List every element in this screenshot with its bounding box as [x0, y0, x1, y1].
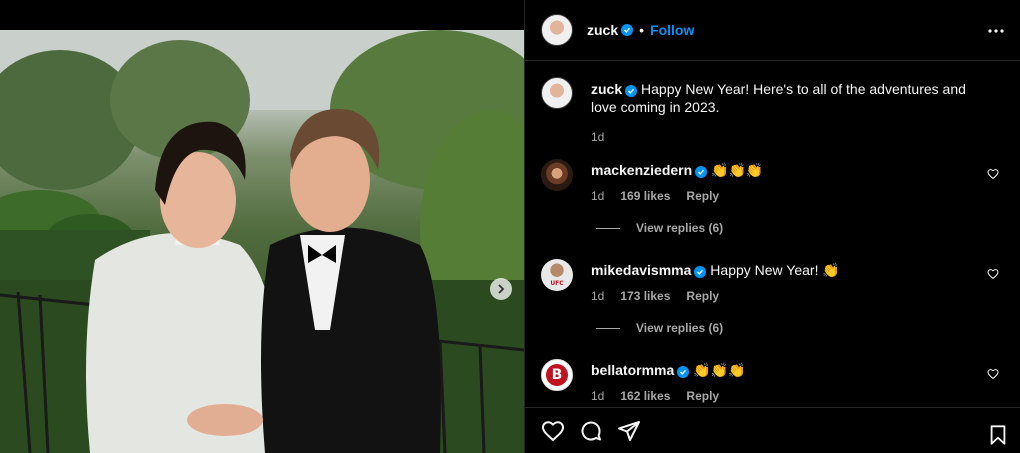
photo-illustration [0, 30, 524, 453]
comment-text: 👏👏👏 [711, 162, 764, 178]
verified-badge-icon [677, 366, 690, 378]
verified-badge-icon [621, 24, 634, 36]
comment-button[interactable] [579, 419, 603, 443]
comment-time[interactable]: 1d [591, 287, 604, 305]
comment-text: 👏👏👏 [693, 362, 746, 378]
comment-item: UFC mikedavismma Happy New Year! 👏 1d 17… [541, 259, 1007, 305]
comment-time[interactable]: 1d [591, 387, 604, 405]
view-replies-label: View replies (6) [636, 221, 724, 235]
caption: zuck Happy New Year! Here's to all of th… [541, 77, 1007, 146]
ufc-logo-text: UFC [550, 280, 564, 287]
post-panel: zuck • Follow zuck Happy New Year! Here'… [524, 0, 1020, 453]
view-replies-button[interactable]: View replies (6) [596, 221, 723, 235]
avatar[interactable]: UFC [541, 259, 573, 291]
comment-likes[interactable]: 162 likes [620, 387, 670, 405]
next-image-button[interactable] [490, 278, 512, 300]
bellator-logo: B [546, 364, 568, 386]
caption-meta: 1d [591, 128, 971, 146]
reply-button[interactable]: Reply [686, 387, 719, 405]
caption-time[interactable]: 1d [591, 128, 604, 146]
avatar[interactable] [541, 159, 573, 191]
heart-icon [987, 369, 999, 380]
comment-item: B bellatormma 👏👏👏 1d 162 likes Reply [541, 359, 1007, 405]
view-replies-label: View replies (6) [636, 321, 724, 335]
comment-likes[interactable]: 169 likes [620, 187, 670, 205]
follow-button[interactable]: Follow [650, 22, 694, 38]
post-header: zuck • Follow [525, 0, 1020, 61]
heart-outline-icon [541, 420, 565, 441]
post-actions [525, 407, 1020, 453]
divider [596, 227, 620, 229]
separator-dot: • [639, 22, 645, 38]
avatar[interactable] [541, 77, 573, 109]
share-button[interactable] [617, 419, 641, 443]
post-image [0, 30, 524, 453]
comment-icon [581, 421, 601, 441]
bookmark-icon [990, 425, 1006, 445]
comments-list[interactable]: zuck Happy New Year! Here's to all of th… [525, 61, 1020, 406]
comment-meta: 1d 173 likes Reply [591, 287, 971, 305]
avatar[interactable] [541, 14, 573, 46]
more-horizontal-icon [988, 29, 1004, 33]
caption-text: Happy New Year! Here's to all of the adv… [591, 81, 966, 115]
like-comment-button[interactable] [987, 367, 999, 385]
author-username[interactable]: zuck [587, 22, 618, 38]
comment-username[interactable]: mikedavismma [591, 262, 691, 278]
like-comment-button[interactable] [987, 167, 999, 185]
view-replies-button[interactable]: View replies (6) [596, 321, 723, 335]
comment-meta: 1d 162 likes Reply [591, 387, 971, 405]
chevron-right-icon [498, 284, 505, 294]
like-comment-button[interactable] [987, 267, 999, 285]
verified-badge-icon [695, 166, 708, 178]
verified-badge-icon [694, 266, 707, 278]
comment-time[interactable]: 1d [591, 187, 604, 205]
reply-button[interactable]: Reply [686, 187, 719, 205]
comment-username[interactable]: bellatormma [591, 362, 674, 378]
like-button[interactable] [541, 419, 565, 443]
comment-item: mackenziedern 👏👏👏 1d 169 likes Reply [541, 159, 1007, 205]
verified-badge-icon [625, 85, 638, 97]
comment-likes[interactable]: 173 likes [620, 287, 670, 305]
save-button[interactable] [987, 424, 1009, 451]
comment-text: Happy New Year! 👏 [710, 262, 840, 278]
divider [596, 327, 620, 329]
comment-username[interactable]: mackenziedern [591, 162, 692, 178]
more-options-button[interactable] [987, 22, 1005, 45]
caption-username[interactable]: zuck [591, 81, 622, 97]
post-photo[interactable] [0, 0, 524, 453]
share-icon [618, 420, 640, 441]
comment-meta: 1d 169 likes Reply [591, 187, 971, 205]
heart-icon [987, 269, 999, 280]
reply-button[interactable]: Reply [686, 287, 719, 305]
heart-icon [987, 169, 999, 180]
avatar[interactable]: B [541, 359, 573, 391]
